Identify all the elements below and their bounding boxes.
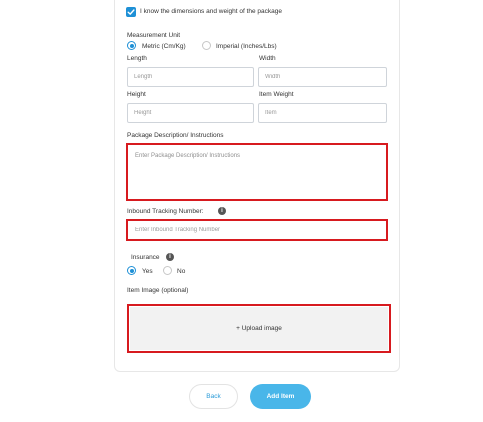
- insurance-no-radio[interactable]: [163, 266, 172, 275]
- item-image-label: Item Image (optional): [127, 287, 189, 294]
- tracking-number-label: Inbound Tracking Number:: [127, 208, 204, 215]
- upload-image-dropzone[interactable]: + Upload image: [130, 307, 388, 350]
- back-button[interactable]: Back: [189, 384, 238, 409]
- insurance-label: Insurance: [131, 254, 160, 261]
- imperial-option-label: Imperial (Inches/Lbs): [216, 43, 277, 50]
- measurement-unit-label: Measurement Unit: [127, 32, 181, 39]
- description-textarea[interactable]: [129, 146, 385, 198]
- upload-image-label: + Upload image: [236, 325, 282, 332]
- imperial-radio[interactable]: [202, 41, 211, 50]
- know-dimensions-label: I know the dimensions and weight of the …: [140, 8, 283, 15]
- add-item-button[interactable]: Add Item: [250, 384, 311, 409]
- width-label: Width: [259, 55, 276, 62]
- insurance-info-icon[interactable]: i: [166, 253, 174, 261]
- length-input[interactable]: [127, 67, 254, 87]
- tracking-info-icon[interactable]: i: [218, 207, 226, 215]
- tracking-number-input[interactable]: [129, 222, 385, 238]
- description-label: Package Description/ Instructions: [127, 132, 224, 139]
- height-input[interactable]: [127, 103, 254, 123]
- item-weight-label: Item Weight: [259, 91, 294, 98]
- insurance-yes-radio[interactable]: [127, 266, 136, 275]
- metric-option-label: Metric (Cm/Kg): [142, 43, 186, 50]
- metric-radio[interactable]: [127, 41, 136, 50]
- width-input[interactable]: [258, 67, 387, 87]
- height-label: Height: [127, 91, 146, 98]
- insurance-yes-label: Yes: [142, 268, 153, 275]
- know-dimensions-checkbox[interactable]: [126, 7, 136, 17]
- checkmark-icon: [127, 9, 135, 15]
- length-label: Length: [127, 55, 147, 62]
- item-weight-input[interactable]: [258, 103, 387, 123]
- insurance-no-label: No: [177, 268, 186, 275]
